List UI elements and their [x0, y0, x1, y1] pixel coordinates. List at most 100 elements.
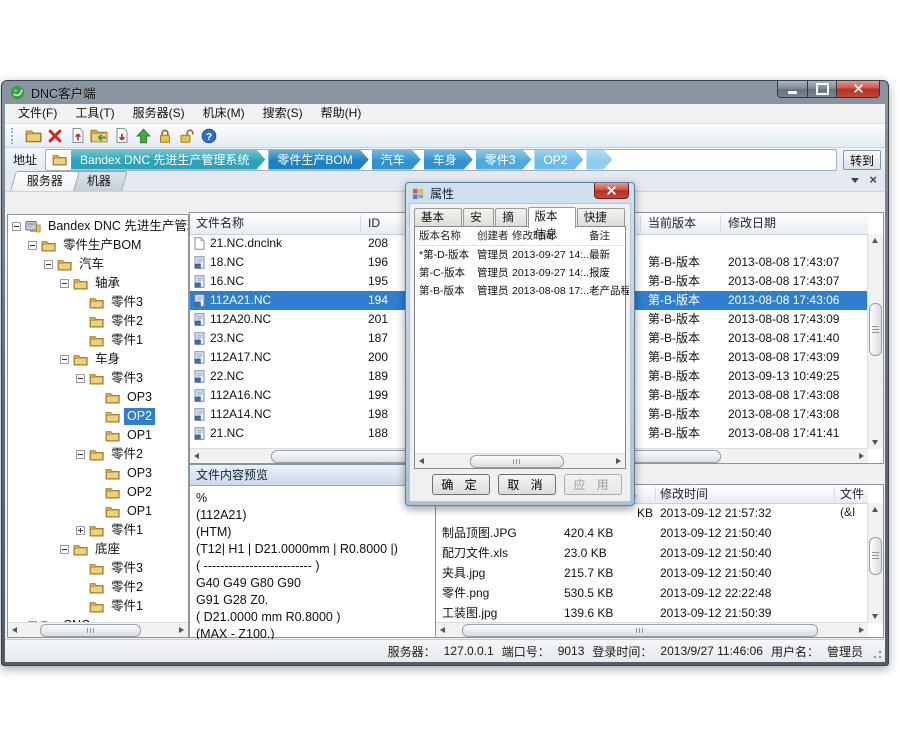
tree-item-轴承[interactable]: 轴承	[8, 274, 188, 293]
expander-minus-icon[interactable]	[76, 374, 85, 383]
scroll-right-icon[interactable]	[179, 627, 184, 633]
minimize-button[interactable]	[777, 81, 808, 98]
expander-minus-icon[interactable]	[76, 450, 85, 459]
scroll-left-icon[interactable]	[440, 627, 445, 633]
attachment-horizontal-scrollbar[interactable]	[436, 622, 868, 637]
expander-minus-icon[interactable]	[28, 241, 37, 250]
menu-item[interactable]: 文件(F)	[9, 104, 66, 123]
dialog-close-button[interactable]	[594, 183, 629, 199]
lock-icon[interactable]	[154, 126, 176, 146]
dialog-horizontal-scrollbar[interactable]	[415, 453, 625, 468]
expander-minus-icon[interactable]	[44, 260, 53, 269]
menu-item[interactable]: 服务器(S)	[124, 104, 194, 123]
dialog-tab-摘要[interactable]: 摘要	[495, 208, 526, 227]
breadcrumb-segment[interactable]: OP2	[534, 150, 583, 170]
cancel-button[interactable]: 取 消	[498, 474, 556, 495]
attachment-row[interactable]: 配刀文件.xls23.0 KB2013-09-12 21:50:40	[436, 543, 868, 563]
maximize-button[interactable]	[808, 81, 837, 98]
go-button[interactable]: 转到	[843, 150, 881, 170]
tab-服务器[interactable]: 服务器	[10, 171, 80, 191]
checkout-file-icon[interactable]	[110, 126, 132, 146]
attachment-row[interactable]: 夹具.jpg215.7 KB2013-09-12 21:50:40	[436, 563, 868, 583]
menu-item[interactable]: 搜索(S)	[254, 104, 312, 123]
tree-item-OP3[interactable]: OP3	[8, 388, 188, 407]
scroll-up-icon[interactable]	[872, 238, 878, 243]
tree-item-零件3[interactable]: 零件3	[8, 369, 188, 388]
dialog-tab-版本信息[interactable]: 版本信息	[528, 207, 576, 228]
version-row[interactable]: *第-D-版本管理员2013-09-27 14:...最新	[415, 246, 625, 264]
delete-icon[interactable]	[44, 126, 66, 146]
expander-plus-icon[interactable]	[76, 526, 85, 535]
scroll-left-icon[interactable]	[12, 627, 17, 633]
tree-hscroll-thumb[interactable]	[40, 624, 141, 637]
attachment-row[interactable]: 制品顶图.JPG420.4 KB2013-09-12 21:50:40	[436, 523, 868, 543]
tree-item-底座[interactable]: 底座	[8, 540, 188, 559]
menu-item[interactable]: 机床(M)	[194, 104, 254, 123]
expander-minus-icon[interactable]	[60, 545, 69, 554]
unlock-icon[interactable]	[176, 126, 198, 146]
scroll-right-icon[interactable]	[859, 627, 864, 633]
scroll-left-icon[interactable]	[419, 458, 424, 464]
breadcrumb-segment[interactable]: 零件生产BOM	[268, 150, 368, 170]
send-icon[interactable]	[132, 126, 154, 146]
column-modified-date[interactable]: 修改日期	[728, 213, 776, 234]
pane-menu-icon[interactable]	[851, 178, 859, 183]
column-current-version[interactable]: 当前版本	[648, 213, 696, 234]
attachment-row[interactable]: KB2013-09-12 21:57:32	[436, 503, 868, 523]
toolbar-grip[interactable]	[11, 128, 18, 144]
close-button[interactable]	[837, 81, 880, 98]
pane-close-icon[interactable]: ×	[869, 174, 877, 186]
scroll-left-icon[interactable]	[194, 453, 199, 459]
tree-item-OP1[interactable]: OP1	[8, 502, 188, 521]
breadcrumb-segment[interactable]: Bandex DNC 先进生产管理系统	[71, 150, 265, 170]
tree-item-零件3[interactable]: 零件3	[8, 293, 188, 312]
dialog-tab-安全[interactable]: 安全	[463, 208, 494, 227]
version-row[interactable]: 第-B-版本管理员2013-08-08 17:...老产品程序	[415, 282, 625, 300]
file-list-vertical-scrollbar[interactable]	[867, 234, 883, 449]
tree-item-零件2[interactable]: 零件2	[8, 312, 188, 331]
tree-item-零件3[interactable]: 零件3	[8, 559, 188, 578]
menu-item[interactable]: 帮助(H)	[312, 104, 371, 123]
version-row[interactable]: 第-C-版本管理员2013-09-27 14:...报废	[415, 264, 625, 282]
breadcrumb-segment[interactable]: 汽车	[372, 150, 421, 170]
tree-item-零件2[interactable]: 零件2	[8, 578, 188, 597]
help-icon[interactable]: ?	[198, 126, 220, 146]
column-creator[interactable]: 创建者	[477, 227, 511, 245]
dialog-hscroll-thumb[interactable]	[470, 455, 564, 468]
attachment-row[interactable]: 工装图.jpg139.6 KB2013-09-12 21:50:39	[436, 603, 868, 623]
menu-item[interactable]: 工具(T)	[66, 104, 123, 123]
scroll-down-icon[interactable]	[872, 614, 878, 619]
tree-item-零件生产BOM[interactable]: 零件生产BOM	[8, 236, 188, 255]
column-modified-time[interactable]: 修改时间	[660, 485, 708, 503]
ok-button[interactable]: 确 定	[432, 474, 490, 495]
column-file-name[interactable]: 文件名称	[196, 213, 244, 234]
tree-horizontal-scrollbar[interactable]	[8, 622, 188, 637]
breadcrumb-segment[interactable]: 车身	[424, 150, 473, 170]
expander-minus-icon[interactable]	[12, 222, 21, 231]
tree-item-零件2[interactable]: 零件2	[8, 445, 188, 464]
tree-item-OP2[interactable]: OP2	[8, 483, 188, 502]
checkin-file-icon[interactable]	[66, 126, 88, 146]
version-table-header[interactable]: 版本名称 创建者 修改时间 备注	[415, 227, 625, 246]
folder-icon[interactable]	[22, 126, 44, 146]
tree-item-OP2[interactable]: OP2	[8, 407, 188, 426]
column-note[interactable]: 备注	[589, 227, 629, 245]
attachment-vscroll-thumb[interactable]	[869, 537, 882, 575]
tree-item-Bandex DNC 先进生产管理系统[interactable]: Bandex DNC 先进生产管理系统	[8, 217, 188, 236]
expander-minus-icon[interactable]	[60, 279, 69, 288]
resize-grip[interactable]	[872, 649, 882, 659]
scroll-up-icon[interactable]	[872, 507, 878, 512]
tree-item-车身[interactable]: 车身	[8, 350, 188, 369]
tree-item-OP1[interactable]: OP1	[8, 426, 188, 445]
tree-item-汽车[interactable]: 汽车	[8, 255, 188, 274]
attachment-row[interactable]: 零件.png530.5 KB2013-09-12 22:22:48	[436, 583, 868, 603]
scroll-right-icon[interactable]	[616, 458, 621, 464]
address-field[interactable]: Bandex DNC 先进生产管理系统零件生产BOM汽车车身零件3OP2	[45, 149, 837, 171]
attachment-hscroll-thumb[interactable]	[462, 624, 818, 637]
dialog-tab-快捷方式[interactable]: 快捷方式	[577, 208, 625, 227]
tree-item-零件1[interactable]: 零件1	[8, 597, 188, 616]
column-id[interactable]: ID	[368, 213, 380, 234]
scroll-down-icon[interactable]	[872, 440, 878, 445]
tree-item-零件1[interactable]: 零件1	[8, 331, 188, 350]
dialog-tab-基本信息[interactable]: 基本信息	[414, 208, 462, 227]
